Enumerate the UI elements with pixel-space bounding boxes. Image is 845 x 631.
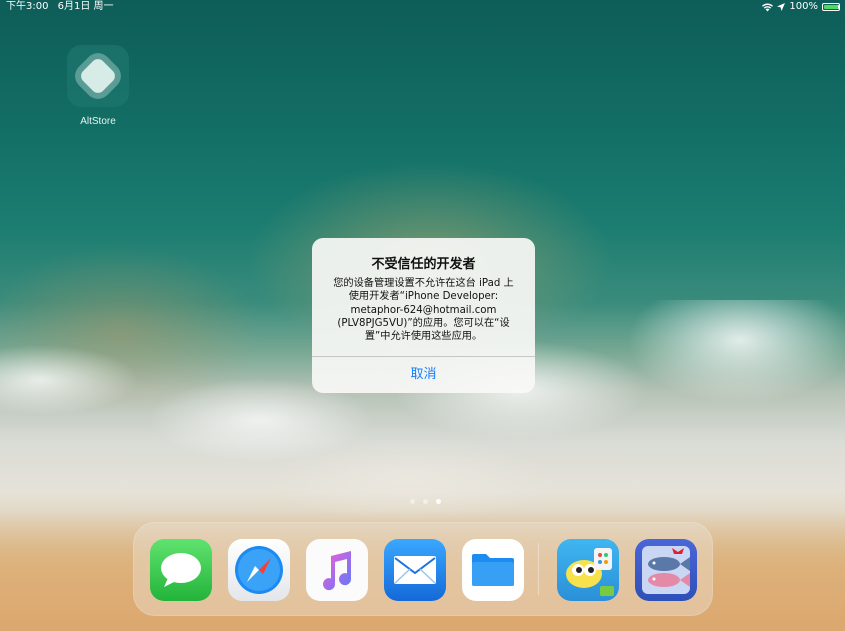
page-dot <box>423 499 428 504</box>
fish-app[interactable] <box>635 539 697 601</box>
battery-icon <box>822 3 840 11</box>
dock-separator <box>538 543 539 595</box>
status-bar-right: 100% <box>762 0 840 14</box>
location-icon <box>777 3 786 11</box>
page-indicator[interactable] <box>410 499 441 504</box>
music-app[interactable] <box>306 539 368 601</box>
dock <box>133 522 713 616</box>
mail-app[interactable] <box>384 539 446 601</box>
wifi-icon <box>762 3 774 12</box>
altstore-app-icon[interactable] <box>67 45 129 107</box>
status-bar: 下午3:00 6月1日 周一 100% <box>0 0 845 14</box>
messages-app[interactable] <box>150 539 212 601</box>
alert-title: 不受信任的开发者 <box>371 257 476 272</box>
altstore-icon <box>78 56 118 96</box>
mail-icon <box>393 555 437 585</box>
status-date: 6月1日 周一 <box>57 1 114 12</box>
music-icon <box>317 548 357 592</box>
alert-message: 您的设备管理设置不允许在这台 iPad 上 使用开发者“iPhone Devel… <box>333 278 514 343</box>
kids-app-icon <box>560 542 616 598</box>
page-dot-active <box>436 499 441 504</box>
altstore-app-label: AltStore <box>80 116 116 127</box>
files-app[interactable] <box>462 539 524 601</box>
fish-app-icon <box>638 542 694 598</box>
battery-percent: 100% <box>789 1 818 12</box>
cancel-button[interactable]: 取消 <box>312 357 535 393</box>
messages-icon <box>158 550 204 590</box>
files-icon <box>470 552 516 588</box>
untrusted-developer-alert: 不受信任的开发者 您的设备管理设置不允许在这台 iPad 上 使用开发者“iPh… <box>312 238 535 393</box>
status-time: 下午3:00 <box>6 1 49 12</box>
safari-app[interactable] <box>228 539 290 601</box>
kids-app[interactable] <box>557 539 619 601</box>
page-dot <box>410 499 415 504</box>
safari-icon <box>233 544 285 596</box>
status-bar-left: 下午3:00 6月1日 周一 <box>6 0 120 14</box>
